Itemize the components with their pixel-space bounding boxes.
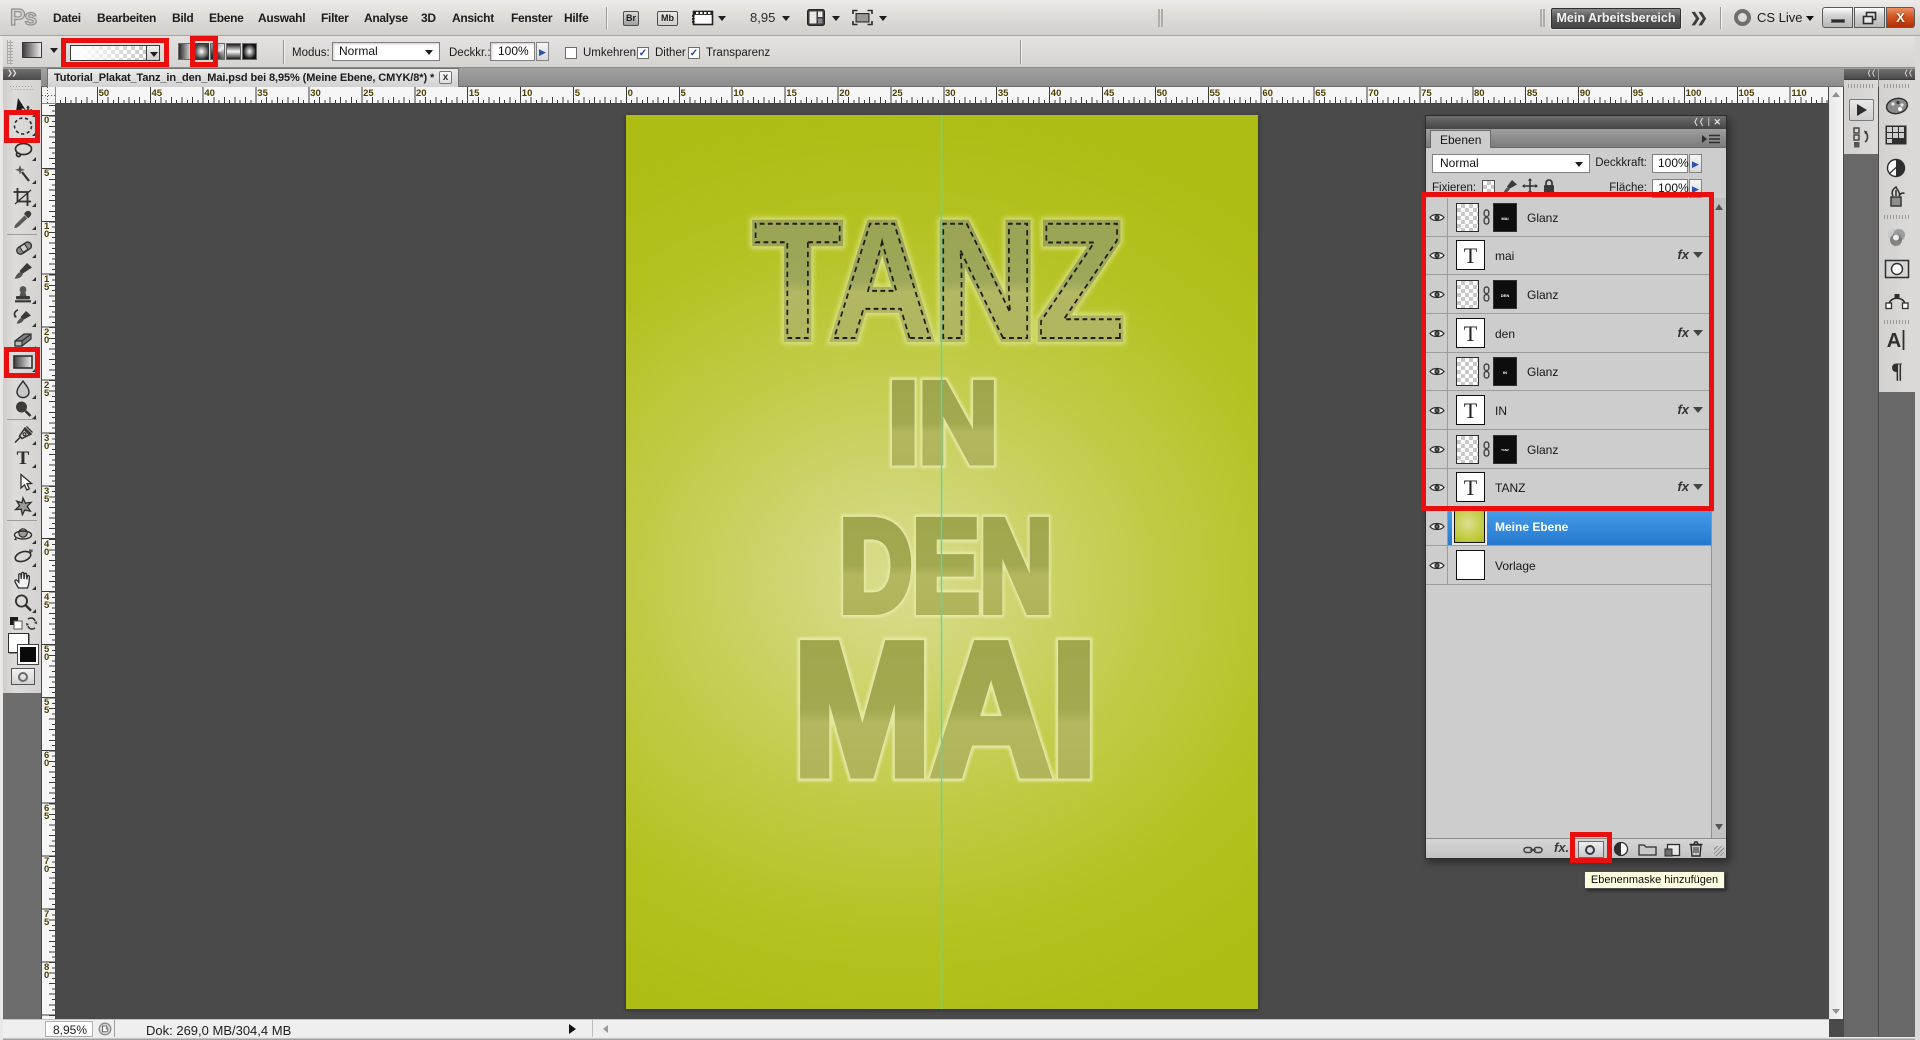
svg-text:A: A <box>1887 330 1901 352</box>
svg-text:TANZ: TANZ <box>754 189 1124 374</box>
svg-text:MAI: MAI <box>793 604 1097 814</box>
svg-text:T: T <box>17 448 30 468</box>
svg-text:IN: IN <box>888 360 998 487</box>
svg-text:¶: ¶ <box>1891 358 1903 382</box>
